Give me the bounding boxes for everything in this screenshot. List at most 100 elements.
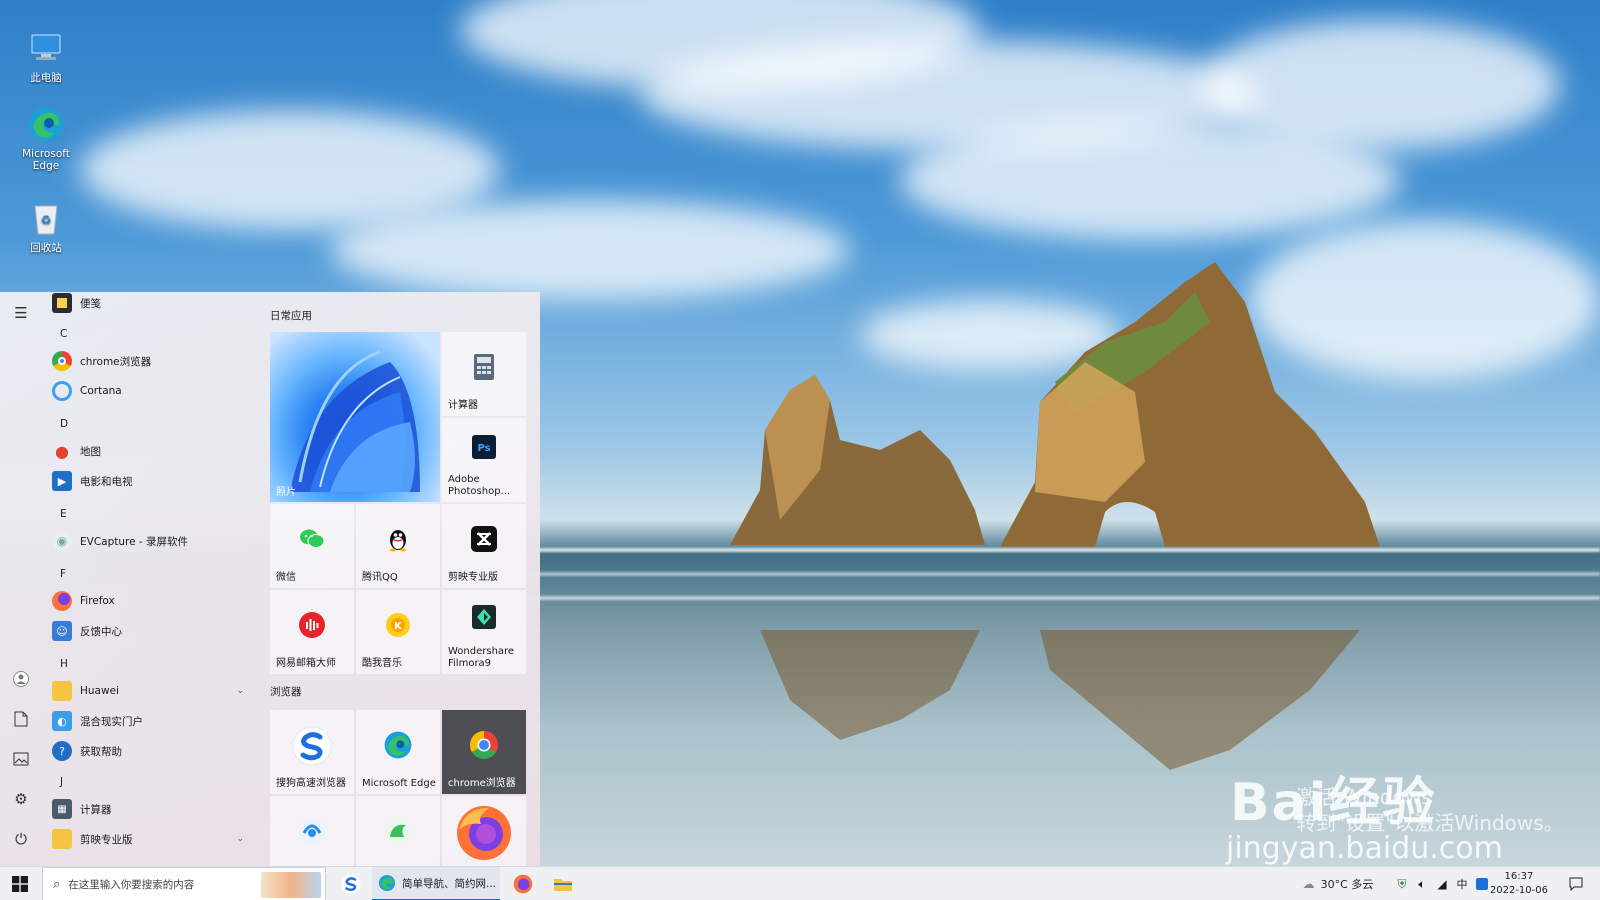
tile-photoshop[interactable]: Ps Adobe Photoshop... <box>442 418 526 502</box>
letter-header-f[interactable]: F <box>60 568 66 580</box>
tile-qq[interactable]: 腾讯QQ <box>356 504 440 588</box>
app-item-feedback[interactable]: ☺ 反馈中心 <box>52 618 252 644</box>
pictures-icon[interactable] <box>10 748 32 770</box>
svg-text:Ps: Ps <box>477 443 490 454</box>
tile-firefox[interactable] <box>442 796 526 866</box>
taskbar-file-explorer[interactable] <box>546 867 580 900</box>
tile-calculator[interactable]: 计算器 <box>442 332 526 416</box>
tile-label: 剪映专业版 <box>448 572 498 583</box>
baidu-url-text: jingyan.baidu.com <box>1226 831 1503 866</box>
documents-icon[interactable] <box>10 708 32 730</box>
taskbar: ⌕ 在这里输入你要搜索的内容 简单导航、简约网... ☁ 30°C 多云 ⛨ 🔈… <box>0 866 1600 900</box>
taskbar-firefox[interactable] <box>506 867 540 900</box>
desktop-icon-edge[interactable]: Microsoft Edge <box>14 104 78 172</box>
chevron-down-icon[interactable]: ⌄ <box>236 834 244 844</box>
app-item-chrome[interactable]: chrome浏览器 <box>52 348 252 374</box>
tile-kuwo[interactable]: K 酷我音乐 <box>356 590 440 674</box>
clock-time: 16:37 <box>1504 871 1534 882</box>
cloud-icon: ☁ <box>1302 877 1315 891</box>
letter-header-h[interactable]: H <box>60 658 68 670</box>
firefox-icon <box>455 804 513 862</box>
tile-chrome[interactable]: chrome浏览器 <box>442 710 526 794</box>
app-item-movies[interactable]: ▶ 电影和电视 <box>52 468 252 494</box>
power-icon[interactable]: ⏻ <box>10 828 32 850</box>
tile-green-browser[interactable] <box>356 796 440 866</box>
tile-360-browser[interactable] <box>270 796 354 866</box>
app-item-label: 地图 <box>80 445 101 458</box>
netease-mail-icon <box>297 610 327 640</box>
tile-label: 微信 <box>276 572 296 583</box>
edge-icon <box>26 104 66 144</box>
start-button[interactable] <box>0 867 40 900</box>
desktop-icon-recycle-bin[interactable]: ♻ 回收站 <box>14 198 78 254</box>
firefox-icon <box>513 874 533 894</box>
chrome-icon <box>52 351 72 371</box>
filmora-icon <box>469 602 499 632</box>
tray-security-icon[interactable]: ⛨ <box>1392 867 1412 900</box>
app-item-bianqian[interactable]: 便笺 <box>52 292 252 316</box>
chevron-down-icon[interactable]: ⌄ <box>236 686 244 696</box>
rock-left-image <box>730 375 985 545</box>
feedback-hub-icon: ☺ <box>52 621 72 641</box>
tile-sogou[interactable]: 搜狗高速浏览器 <box>270 710 354 794</box>
app-list: 便笺 C chrome浏览器 Cortana D ● 地图 ▶ 电影和电视 E … <box>42 292 252 866</box>
tile-filmora[interactable]: Wondershare Filmora9 <box>442 590 526 674</box>
letter-header-d[interactable]: D <box>60 418 68 430</box>
app-item-huawei-folder[interactable]: Huawei ⌄ <box>52 678 252 704</box>
tray-ime-icon[interactable]: 中 <box>1452 867 1472 900</box>
desktop-icon-label: 回收站 <box>30 242 62 254</box>
letter-header-c[interactable]: C <box>60 328 67 340</box>
tray-weather[interactable]: ☁ 30°C 多云 <box>1286 867 1390 900</box>
settings-gear-icon[interactable]: ⚙ <box>10 788 32 810</box>
taskbar-search-box[interactable]: ⌕ 在这里输入你要搜索的内容 <box>42 867 326 900</box>
tiles-area: 日常应用 照片 计算器 Ps Adobe Photoshop... 微信 腾讯Q… <box>268 292 538 866</box>
firefox-icon <box>52 591 72 611</box>
tile-netease-mail[interactable]: 网易邮箱大师 <box>270 590 354 674</box>
desktop-icon-label: Microsoft Edge <box>22 148 70 172</box>
app-item-evcapture[interactable]: ◉ EVCapture - 录屏软件 <box>52 528 252 554</box>
search-placeholder: 在这里输入你要搜索的内容 <box>68 878 195 891</box>
tray-volume-icon[interactable]: 🔈︎ <box>1412 867 1432 900</box>
tile-jianying[interactable]: 剪映专业版 <box>442 504 526 588</box>
app-item-calculator[interactable]: ▦ 计算器 <box>52 796 252 822</box>
start-menu: ☰ ⚙ ⏻ 便笺 C chrome浏览器 Cortana D ● 地图 ▶ 电影… <box>0 292 540 866</box>
app-item-firefox[interactable]: Firefox <box>52 588 252 614</box>
app-item-cortana[interactable]: Cortana <box>52 378 252 404</box>
tile-label: Microsoft Edge <box>362 778 436 789</box>
app-item-get-help[interactable]: ? 获取帮助 <box>52 738 252 764</box>
browser-360-icon <box>297 816 327 846</box>
windows-logo-icon <box>12 876 28 892</box>
taskbar-edge-window[interactable]: 简单导航、简约网... <box>372 867 500 900</box>
taskbar-sogou[interactable] <box>334 867 368 900</box>
tile-label: 网易邮箱大师 <box>276 658 336 669</box>
computer-icon <box>26 28 66 68</box>
tile-group-title[interactable]: 日常应用 <box>270 308 312 323</box>
rock-reflection-image <box>760 630 1360 770</box>
qq-penguin-icon <box>383 524 413 554</box>
tile-photos[interactable]: 照片 <box>270 332 440 502</box>
app-item-label: 获取帮助 <box>80 745 122 758</box>
tile-wechat[interactable]: 微信 <box>270 504 354 588</box>
app-item-label: Huawei <box>80 685 119 697</box>
taskbar-clock[interactable]: 16:37 2022-10-06 <box>1490 870 1548 898</box>
map-pin-icon: ● <box>55 441 69 461</box>
folder-icon <box>52 829 72 849</box>
tile-edge[interactable]: Microsoft Edge <box>356 710 440 794</box>
green-browser-icon <box>383 816 413 846</box>
desktop-icon-this-pc[interactable]: 此电脑 <box>14 28 78 84</box>
help-icon: ? <box>52 741 72 761</box>
app-item-mixed-reality[interactable]: ◐ 混合现实门户 <box>52 708 252 734</box>
app-item-jianying-folder[interactable]: 剪映专业版 ⌄ <box>52 826 252 852</box>
letter-header-e[interactable]: E <box>60 508 67 520</box>
kuwo-music-icon: K <box>383 610 413 640</box>
letter-header-j[interactable]: J <box>60 776 63 788</box>
tray-network-icon[interactable]: ◢ <box>1432 867 1452 900</box>
tile-group-title[interactable]: 浏览器 <box>270 684 302 699</box>
edge-icon <box>383 730 413 760</box>
wechat-icon <box>297 524 327 554</box>
folder-icon <box>554 879 572 891</box>
hamburger-menu-icon[interactable]: ☰ <box>10 302 32 324</box>
app-item-maps[interactable]: ● 地图 <box>52 438 252 464</box>
notification-center-icon[interactable] <box>1562 867 1590 900</box>
user-avatar-icon[interactable] <box>10 668 32 690</box>
